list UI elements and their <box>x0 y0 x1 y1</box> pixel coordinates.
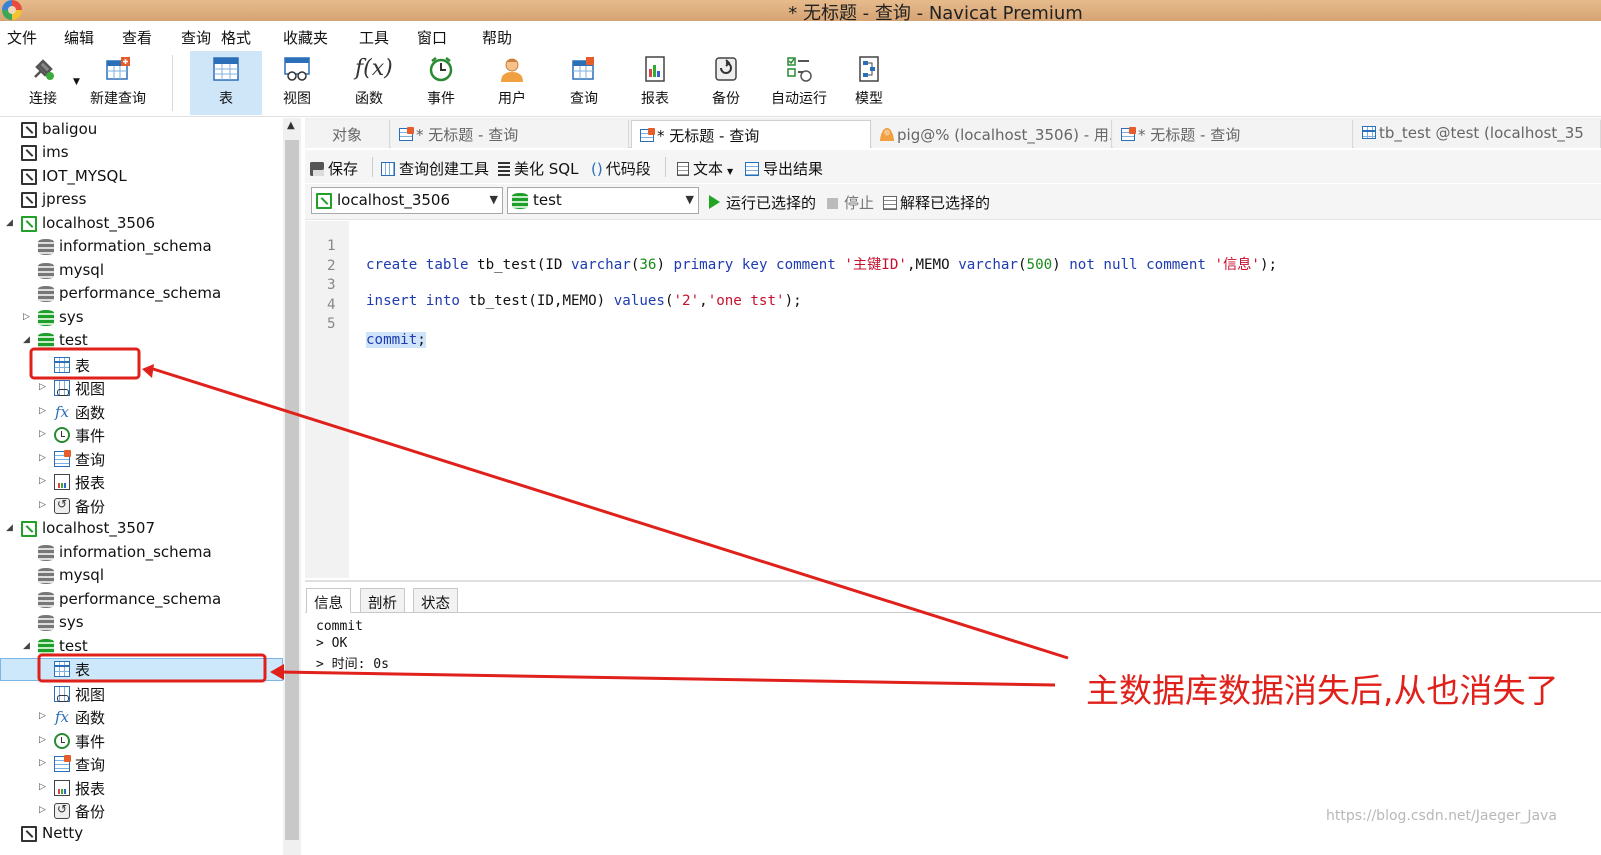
arrowhead-master <box>142 364 154 378</box>
arrow-to-master <box>149 366 1069 660</box>
arrow-to-slave <box>279 670 1056 687</box>
annotation-text: 主数据库数据消失后,从也消失了 <box>1086 671 1559 710</box>
highlight-box-slave-tables <box>37 653 267 683</box>
arrowhead-slave <box>270 664 284 680</box>
watermark: https://blog.csdn.net/Jaeger_Java <box>1326 808 1557 824</box>
highlight-box-master-tables <box>29 347 141 380</box>
annotation-overlay <box>29 347 1069 687</box>
